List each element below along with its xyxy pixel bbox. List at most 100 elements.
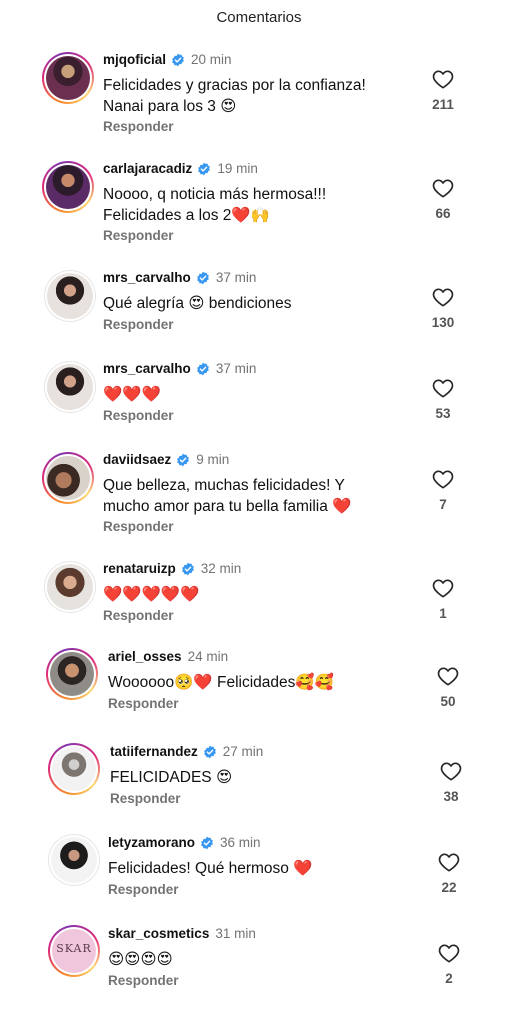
username[interactable]: mrs_carvalho (103, 361, 191, 376)
comment-text-line: Felicidades a los 2❤️🙌 (103, 207, 270, 224)
comment-text-line: Felicidades! Qué hermoso ❤️ (108, 860, 313, 877)
like-count: 66 (435, 206, 451, 221)
heart-outline-icon[interactable] (432, 69, 454, 89)
like-control: 7 (428, 469, 458, 512)
username[interactable]: daviidsaez (103, 452, 171, 467)
verified-badge-icon (197, 162, 211, 176)
like-control: 53 (428, 378, 458, 421)
heart-outline-icon[interactable] (432, 578, 454, 598)
heart-outline-icon[interactable] (432, 287, 454, 307)
like-control: 66 (428, 178, 458, 221)
like-control: 50 (433, 666, 463, 709)
comment-text-line: ❤️❤️❤️❤️❤️ (103, 586, 200, 603)
comment-text: Que belleza, muchas felicidades! Y mucho … (103, 475, 413, 517)
like-count: 2 (445, 971, 453, 986)
comment-item: mjqoficial 20 min Felicidades y gracias po… (0, 47, 518, 135)
avatar[interactable] (48, 834, 100, 886)
comment-text-line: mucho amor para tu bella familia ❤️ (103, 498, 352, 515)
comment-text: Woooooo🥺❤️ Felicidades🥰🥰 (108, 672, 418, 693)
reply-button[interactable]: Responder (103, 608, 174, 623)
avatar[interactable] (44, 361, 96, 413)
heart-outline-icon[interactable] (440, 761, 462, 781)
comment-item: ariel_osses 24 min Woooooo🥺❤️ Felicidades🥰… (0, 644, 518, 732)
comment-time: 24 min (187, 649, 229, 664)
like-count: 7 (439, 497, 447, 512)
heart-outline-icon[interactable] (432, 378, 454, 398)
comment-item: carlajaracadiz 19 min Noooo, q noticia más… (0, 156, 518, 244)
comment-time: 9 min (196, 452, 230, 467)
comment-time: 36 min (220, 835, 261, 850)
comment-time: 37 min (215, 361, 257, 376)
username[interactable]: letyzamorano (108, 835, 195, 850)
verified-badge-icon (200, 836, 214, 850)
verified-badge-icon (203, 745, 217, 759)
comment-text: ❤️❤️❤️❤️❤️ (103, 584, 413, 605)
comment-text: Qué alegría 😍 bendiciones (103, 293, 413, 314)
comment-text: ❤️❤️❤️ (103, 384, 413, 405)
reply-button[interactable]: Responder (103, 228, 174, 243)
avatar[interactable] (44, 561, 96, 613)
avatar[interactable] (44, 270, 96, 322)
comment-text: FELICIDADES 😍 (110, 767, 420, 788)
like-control: 130 (428, 287, 458, 330)
comment-time: 32 min (200, 561, 242, 576)
comment-text-line: FELICIDADES 😍 (110, 769, 233, 786)
like-control: 2 (434, 943, 464, 986)
avatar[interactable] (46, 648, 98, 700)
like-count: 50 (440, 694, 456, 709)
comment-item: renataruizp 32 min ❤️❤️❤️❤️❤️ Responder 1 (0, 556, 518, 644)
username[interactable]: carlajaracadiz (103, 161, 192, 176)
avatar[interactable]: SKAR (48, 925, 100, 977)
username[interactable]: ariel_osses (108, 649, 182, 664)
reply-button[interactable]: Responder (103, 119, 174, 134)
comment-time: 19 min (217, 161, 258, 176)
reply-button[interactable]: Responder (110, 791, 181, 806)
comment-text-line: Que belleza, muchas felicidades! Y (103, 477, 345, 494)
avatar[interactable] (48, 743, 100, 795)
comment-text-line: 😍😍😍😍 (108, 951, 173, 968)
verified-badge-icon (196, 271, 210, 285)
username[interactable]: mrs_carvalho (103, 270, 191, 285)
comment-text: Noooo, q noticia más hermosa!!! Felicidad… (103, 184, 413, 226)
reply-button[interactable]: Responder (108, 882, 179, 897)
like-count: 1 (439, 606, 447, 621)
comment-text-line: Qué alegría 😍 bendiciones (103, 295, 292, 312)
comment-text-line: ❤️❤️❤️ (103, 386, 161, 403)
username[interactable]: renataruizp (103, 561, 176, 576)
comment-time: 27 min (222, 744, 264, 759)
comment-text-line: Nanai para los 3 😍 (103, 98, 237, 115)
username[interactable]: mjqoficial (103, 52, 166, 67)
avatar[interactable] (42, 52, 94, 104)
like-control: 22 (434, 852, 464, 895)
reply-button[interactable]: Responder (108, 696, 179, 711)
heart-outline-icon[interactable] (438, 943, 460, 963)
comment-text: Felicidades y gracias por la confianza! N… (103, 75, 413, 117)
like-control: 38 (436, 761, 466, 804)
comment-time: 37 min (215, 270, 257, 285)
comment-text-line: Noooo, q noticia más hermosa!!! (103, 186, 327, 203)
comment-item: SKAR skar_cosmetics 31 min 😍😍😍😍 Responder 2 (0, 921, 518, 1009)
reply-button[interactable]: Responder (108, 973, 179, 988)
like-count: 38 (443, 789, 459, 804)
like-count: 53 (435, 406, 451, 421)
reply-button[interactable]: Responder (103, 317, 174, 332)
comment-item: tatiifernandez 27 min FELICIDADES 😍 Respond… (0, 739, 518, 827)
brand-logo: SKAR (56, 942, 92, 955)
username[interactable]: tatiifernandez (110, 744, 198, 759)
reply-button[interactable]: Responder (103, 519, 174, 534)
comment-text-line: Woooooo🥺❤️ Felicidades🥰🥰 (108, 674, 334, 691)
username[interactable]: skar_cosmetics (108, 926, 209, 941)
avatar[interactable] (42, 452, 94, 504)
comment-text: Felicidades! Qué hermoso ❤️ (108, 858, 418, 879)
comment-text-line: Felicidades y gracias por la confianza! (103, 77, 366, 94)
comment-text: 😍😍😍😍 (108, 949, 418, 970)
heart-outline-icon[interactable] (432, 178, 454, 198)
like-count: 130 (431, 315, 455, 330)
verified-badge-icon (196, 362, 210, 376)
heart-outline-icon[interactable] (437, 666, 459, 686)
reply-button[interactable]: Responder (103, 408, 174, 423)
heart-outline-icon[interactable] (432, 469, 454, 489)
heart-outline-icon[interactable] (438, 852, 460, 872)
avatar[interactable] (42, 161, 94, 213)
like-control: 211 (428, 69, 458, 112)
